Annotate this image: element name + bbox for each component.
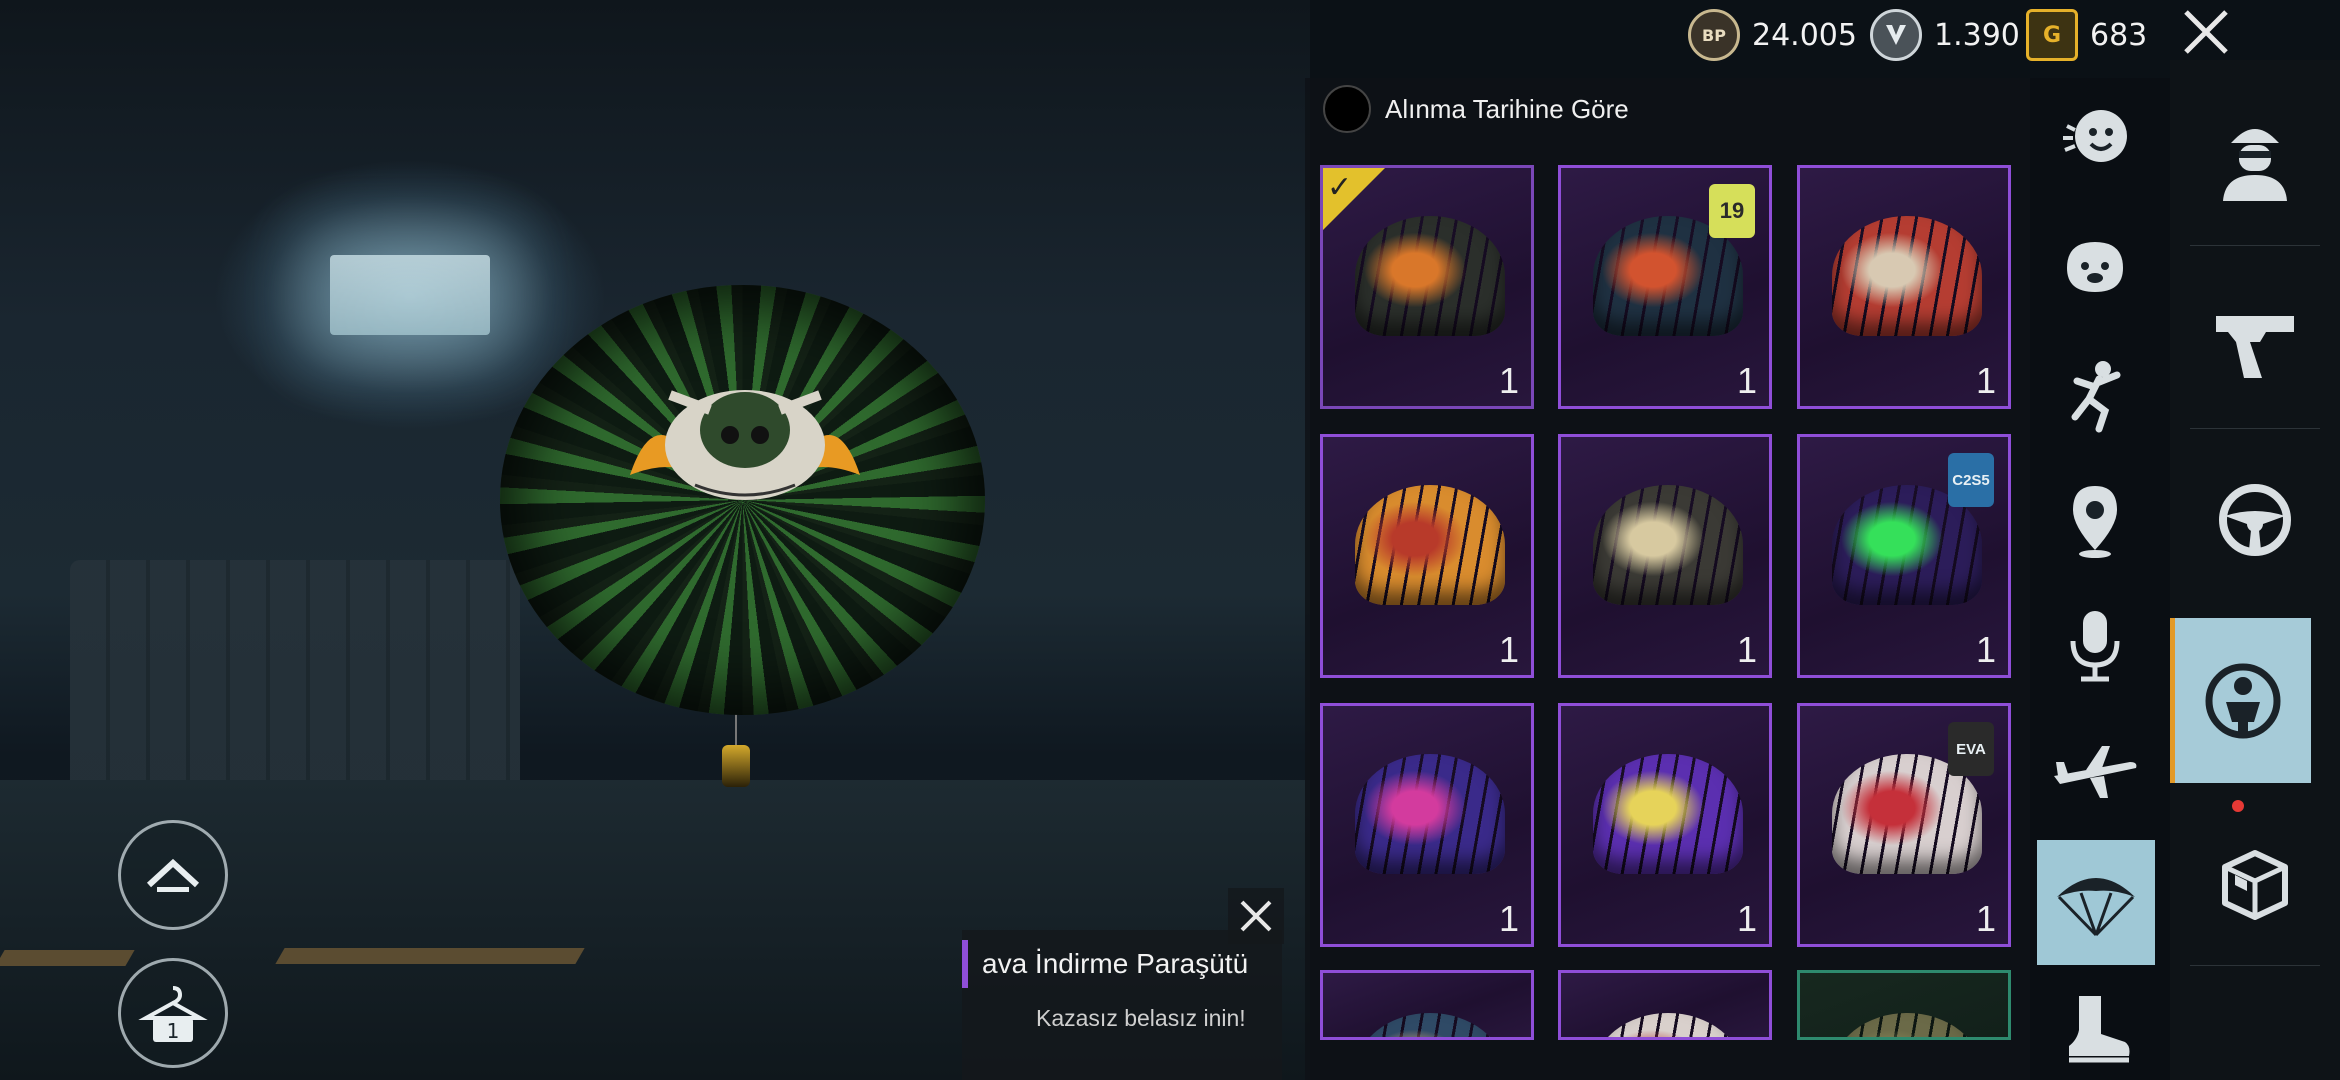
bp-coin-icon: BP — [1688, 9, 1740, 61]
category-dance[interactable] — [2045, 345, 2145, 445]
scene-crate — [70, 560, 520, 790]
parachute-thumbnail — [1832, 216, 1982, 336]
emote-icon — [2063, 110, 2127, 162]
tab-divider — [2190, 245, 2320, 246]
equipped-check-icon: ✓ — [1323, 168, 1385, 230]
outfit-icon — [2205, 663, 2281, 738]
item-badge: EVA — [1948, 722, 1994, 776]
g-value: 683 — [2090, 17, 2148, 53]
crate-icon — [2222, 850, 2288, 920]
item-count: 1 — [1736, 360, 1757, 401]
category-emote[interactable] — [2045, 88, 2145, 188]
parachute-thumbnail — [1593, 485, 1743, 605]
wardrobe-button[interactable]: 1 — [118, 958, 228, 1068]
category-parachute[interactable] — [2037, 840, 2155, 965]
sort-toggle[interactable]: Alınma Tarihine Göre — [1323, 85, 1629, 133]
notification-dot — [2232, 800, 2244, 812]
category-location[interactable] — [2045, 470, 2145, 570]
inventory-item[interactable] — [1558, 970, 1772, 1040]
ground-marking — [275, 948, 585, 964]
silver-value: 1.390 — [1934, 17, 2020, 53]
microphone-icon — [2070, 611, 2120, 682]
parachute-rope — [735, 712, 737, 748]
tab-outfit[interactable] — [2170, 618, 2311, 783]
inventory-item[interactable]: 1 — [1558, 434, 1772, 678]
tooltip-description: Kazasız belasız inin! — [1036, 1005, 1246, 1031]
close-button[interactable] — [2180, 6, 2232, 58]
g-currency: G 683 — [2026, 9, 2148, 61]
item-count: 1 — [1498, 898, 1519, 939]
iron-skull-emblem — [630, 390, 860, 500]
tab-vehicle[interactable] — [2190, 465, 2320, 575]
parachute-thumbnail — [1593, 754, 1743, 874]
inventory-item[interactable]: 1 — [1558, 703, 1772, 947]
scene-light-window — [330, 255, 490, 335]
camera-up-button[interactable] — [118, 820, 228, 930]
location-pin-icon — [2073, 486, 2117, 558]
item-count: 1 — [1736, 629, 1757, 670]
parachute-thumbnail — [1832, 1013, 1982, 1037]
pistol-icon — [2216, 316, 2294, 378]
silver-fragment-icon — [1870, 9, 1922, 61]
parachute-thumbnail — [1593, 1013, 1743, 1037]
tab-divider — [2190, 965, 2320, 966]
inventory-item[interactable]: C2S5 1 — [1797, 434, 2011, 678]
pet-icon — [2067, 242, 2123, 292]
inventory-item[interactable] — [1797, 970, 2011, 1040]
category-voice[interactable] — [2045, 595, 2145, 695]
parachute-basket — [722, 745, 750, 787]
wardrobe-count: 1 — [167, 1019, 180, 1043]
close-icon — [1240, 900, 1272, 932]
parachute-thumbnail — [1355, 1013, 1505, 1037]
item-badge: C2S5 — [1948, 453, 1994, 507]
tab-crate[interactable] — [2190, 830, 2320, 940]
item-count: 1 — [1736, 898, 1757, 939]
close-icon — [2184, 10, 2228, 54]
dance-icon — [2071, 361, 2121, 433]
category-airplane[interactable] — [2045, 722, 2145, 822]
inventory-item[interactable]: EVA 1 — [1797, 703, 2011, 947]
hanger-icon: 1 — [138, 986, 208, 1043]
item-count: 1 — [1498, 360, 1519, 401]
inventory-item[interactable]: 1 — [1320, 703, 1534, 947]
character-icon — [2223, 129, 2287, 201]
category-pet[interactable] — [2045, 218, 2145, 318]
inventory-item[interactable]: ✓ 1 — [1320, 165, 1534, 409]
ground-marking — [0, 950, 135, 966]
bp-currency: BP 24.005 — [1688, 9, 1857, 61]
parachute-thumbnail — [1355, 216, 1505, 336]
category-shoes[interactable] — [2045, 980, 2145, 1080]
tab-weapon[interactable] — [2190, 286, 2320, 396]
tab-divider — [2190, 428, 2320, 429]
inventory-item[interactable]: 1 — [1320, 434, 1534, 678]
parachute-thumbnail — [1355, 754, 1505, 874]
tab-character[interactable] — [2190, 105, 2320, 215]
tooltip-title: ava İndirme Paraşütü — [962, 940, 1248, 988]
bp-value: 24.005 — [1752, 17, 1857, 53]
inventory-item[interactable]: 1 — [1797, 165, 2011, 409]
item-count: 1 — [1975, 629, 1996, 670]
g-coin-icon: G — [2026, 9, 2078, 61]
boot-icon — [2069, 996, 2130, 1063]
steering-wheel-icon — [2219, 484, 2291, 556]
inventory-item[interactable] — [1320, 970, 1534, 1040]
item-badge: 19 — [1709, 184, 1755, 238]
parachute-3d-model[interactable] — [500, 285, 985, 715]
item-count: 1 — [1975, 360, 1996, 401]
sort-radio[interactable] — [1323, 85, 1371, 133]
item-count: 1 — [1975, 898, 1996, 939]
tooltip-close-button[interactable] — [1228, 888, 1284, 944]
inventory-item[interactable]: 19 1 — [1558, 165, 1772, 409]
chevron-up-icon — [146, 858, 200, 892]
parachute-icon — [2057, 877, 2135, 936]
airplane-icon — [2054, 746, 2137, 798]
parachute-thumbnail — [1355, 485, 1505, 605]
sort-label: Alınma Tarihine Göre — [1385, 93, 1629, 124]
silver-currency: 1.390 — [1870, 9, 2020, 61]
item-count: 1 — [1498, 629, 1519, 670]
